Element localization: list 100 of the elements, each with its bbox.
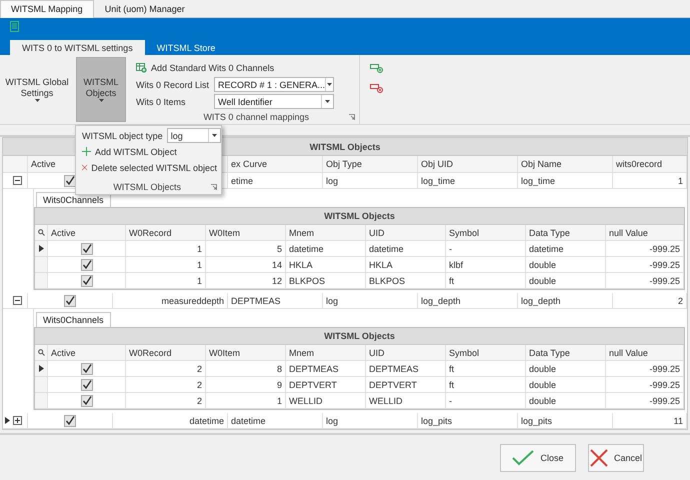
column-header[interactable]: W0Record [126,225,206,240]
wits0channels-tab[interactable]: Wits0Channels [36,192,111,207]
dropdown-field[interactable]: RECORD # 1 : GENERA... [214,77,334,92]
column-header[interactable]: ex Curve [228,156,323,172]
checkbox[interactable] [80,378,92,390]
table-cell: 2 [613,293,687,308]
table-cell: log_pits [518,413,613,428]
dropdown-button[interactable]: WITSML Objects [76,57,126,122]
table-cell: 2 [126,377,206,392]
caret-icon [34,99,40,102]
table-cell: -999.25 [606,257,684,272]
group-header: WITSML Objects [35,208,684,225]
column-header[interactable]: null Value [606,225,684,240]
table-cell: double [526,273,606,288]
dialog-launcher-icon[interactable] [211,184,217,190]
checkbox[interactable] [64,294,76,306]
add-tag-icon[interactable] [370,63,383,73]
close-button[interactable]: Close [500,444,576,472]
group-caption: WITS 0 channel mappings [203,112,309,122]
column-header[interactable]: Obj Type [323,156,418,172]
table-cell: log_time [518,173,613,188]
table-cell: DEPTVERT [366,377,446,392]
table-cell: -999.25 [606,273,684,288]
checkbox[interactable] [80,258,92,270]
table-cell: 1 [206,393,286,408]
dropdown-field[interactable]: Well Identifier [214,94,334,109]
tab[interactable]: WITSML Mapping [0,0,94,18]
add-table-icon [136,62,147,72]
ribbon-tab[interactable]: WITS 0 to WITSML settings [10,40,145,55]
checkbox[interactable] [80,242,92,254]
table-cell: log_depth [518,293,613,308]
column-header[interactable]: W0Item [206,225,286,240]
table-cell: datetime [113,413,228,428]
checkbox[interactable] [64,174,76,186]
table-cell: BLKPOS [286,273,366,288]
column-header[interactable]: Data Type [526,225,606,240]
field-label: Wits 0 Items [136,96,187,106]
table-cell: -999.25 [606,377,684,392]
column-header[interactable]: W0Item [206,345,286,360]
checkmark-icon [512,450,534,466]
row-header[interactable] [35,361,48,376]
dropdown-field[interactable]: log [166,128,221,143]
column-header[interactable]: UID [366,225,446,240]
column-header[interactable]: Symbol [446,345,526,360]
table-cell: measureddepth [113,293,228,308]
table-cell: DEPTMEAS [366,361,446,376]
column-header[interactable]: wits0record [613,156,687,172]
table-cell: ft [446,361,526,376]
table-cell: WELLID [286,393,366,408]
collapse-icon[interactable] [13,176,22,185]
wits0channels-tab[interactable]: Wits0Channels [36,312,111,327]
column-header[interactable]: Data Type [526,345,606,360]
column-header[interactable]: Mnem [286,225,366,240]
tab[interactable]: Unit (uom) Manager [94,0,196,18]
cancel-button[interactable]: Cancel [588,444,644,472]
checkbox[interactable] [64,414,76,426]
table-cell: log_depth [418,293,518,308]
expand-icon[interactable] [13,416,22,425]
close-icon [590,448,608,466]
table-cell: 14 [206,257,286,272]
remove-tag-icon[interactable] [370,83,383,93]
column-header[interactable]: W0Record [126,345,206,360]
dropdown-button[interactable]: WITSML Global Settings [2,57,72,122]
table-cell: 11 [613,413,687,428]
row-header[interactable] [35,241,48,256]
menu-item[interactable]: Add WITSML Object [82,145,217,158]
table-cell: ft [446,273,526,288]
column-header[interactable]: Symbol [446,225,526,240]
caret-icon [325,100,330,103]
table-cell: etime [228,173,323,188]
table-cell: DEPTVERT [286,377,366,392]
table-cell: -999.25 [606,241,684,256]
group-header: WITSML Objects [35,328,684,345]
group-caption: WITSML Objects [113,182,181,192]
column-header[interactable]: Mnem [286,345,366,360]
table-cell: double [526,361,606,376]
plus-icon [82,147,91,156]
column-header[interactable]: Active [48,225,126,240]
column-header[interactable]: Active [48,345,126,360]
table-cell: HKLA [286,257,366,272]
search-icon[interactable] [38,229,44,236]
search-icon[interactable] [38,349,44,356]
table-cell: 9 [206,377,286,392]
table-cell: 1 [613,173,687,188]
column-header[interactable]: Obj UID [418,156,518,172]
ribbon-tab[interactable]: WITSML Store [144,40,228,55]
table-cell: WELLID [366,393,446,408]
column-header[interactable]: null Value [606,345,684,360]
add-channels-button[interactable]: Add Standard Wits 0 Channels [151,62,274,72]
table-cell: 2 [126,361,206,376]
checkbox[interactable] [80,362,92,374]
table-cell: log [323,293,418,308]
column-header[interactable]: Obj Name [518,156,613,172]
table-cell: double [526,377,606,392]
checkbox[interactable] [80,394,92,406]
checkbox[interactable] [80,274,92,286]
column-header[interactable]: UID [366,345,446,360]
dialog-launcher-icon[interactable] [349,114,355,120]
table-cell: 2 [126,393,206,408]
collapse-icon[interactable] [13,296,22,305]
